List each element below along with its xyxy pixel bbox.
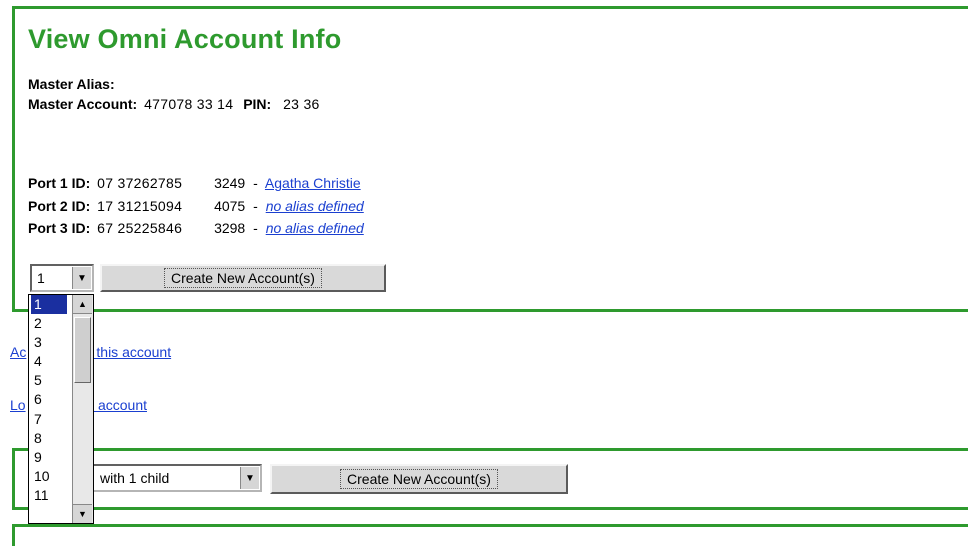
pin-label: PIN: bbox=[243, 96, 272, 112]
master-account-label: Master Account: bbox=[28, 96, 138, 112]
port-id: 17 31215094 bbox=[97, 198, 183, 214]
dropdown-option[interactable]: 11 bbox=[31, 486, 67, 505]
create-new-account-label-2: Create New Account(s) bbox=[340, 469, 498, 489]
account-count-dropdown-list[interactable]: 1 2 3 4 5 6 7 8 9 10 11 ▲ ▼ bbox=[28, 294, 94, 524]
child-account-value: with 1 child bbox=[100, 470, 170, 486]
add-link-start: Ac bbox=[10, 344, 27, 360]
port-alias-link[interactable]: no alias defined bbox=[266, 220, 364, 236]
dropdown-option[interactable]: 6 bbox=[31, 390, 67, 409]
port-id: 07 37262785 bbox=[97, 175, 183, 191]
port-row: Port 1 ID: 07 37262785 3249 - Agatha Chr… bbox=[28, 175, 361, 191]
create-new-account-button[interactable]: Create New Account(s) bbox=[100, 264, 386, 292]
port-code: 3298 bbox=[214, 220, 246, 236]
port-label: Port 2 ID: bbox=[28, 198, 91, 214]
master-account-value: 477078 33 14 bbox=[144, 96, 234, 112]
master-account-row: Master Account: 477078 33 14 PIN: 23 36 bbox=[28, 96, 320, 112]
dropdown-option[interactable]: 9 bbox=[31, 448, 67, 467]
chevron-down-icon[interactable]: ▼ bbox=[72, 267, 91, 289]
dropdown-option[interactable]: 1 bbox=[31, 295, 67, 315]
pin-value: 23 36 bbox=[283, 96, 320, 112]
port-row: Port 2 ID: 17 31215094 4075 - no alias d… bbox=[28, 198, 364, 214]
port-label: Port 1 ID: bbox=[28, 175, 91, 191]
scroll-down-icon[interactable]: ▼ bbox=[73, 504, 92, 523]
port-id: 67 25225846 bbox=[97, 220, 183, 236]
dropdown-option[interactable]: 7 bbox=[31, 410, 67, 429]
bottom-panel bbox=[12, 524, 968, 546]
page-title: View Omni Account Info bbox=[28, 24, 342, 54]
account-count-value: 1 bbox=[37, 270, 45, 286]
dropdown-option[interactable]: 4 bbox=[31, 352, 67, 371]
scrollbar-thumb[interactable] bbox=[74, 317, 91, 383]
master-alias-row: Master Alias: bbox=[28, 76, 118, 92]
remove-link-start: Lo bbox=[10, 397, 26, 413]
page: View Omni Account Info Master Alias: Mas… bbox=[0, 0, 968, 546]
dropdown-option[interactable]: 2 bbox=[31, 314, 67, 333]
dropdown-options: 1 2 3 4 5 6 7 8 9 10 11 bbox=[31, 295, 67, 505]
dropdown-option[interactable]: 3 bbox=[31, 333, 67, 352]
port-code: 4075 bbox=[214, 198, 246, 214]
dropdown-option[interactable]: 5 bbox=[31, 371, 67, 390]
create-new-account-label: Create New Account(s) bbox=[164, 268, 322, 288]
dropdown-option[interactable]: 8 bbox=[31, 429, 67, 448]
account-count-select[interactable]: 1 ▼ bbox=[30, 264, 94, 292]
port-alias-link[interactable]: no alias defined bbox=[266, 198, 364, 214]
port-label: Port 3 ID: bbox=[28, 220, 91, 236]
scroll-up-icon[interactable]: ▲ bbox=[73, 295, 92, 314]
chevron-down-icon[interactable]: ▼ bbox=[240, 467, 259, 489]
dropdown-scrollbar[interactable]: ▲ ▼ bbox=[72, 295, 93, 523]
port-code: 3249 bbox=[214, 175, 246, 191]
port-alias-link[interactable]: Agatha Christie bbox=[265, 175, 361, 191]
create-new-account-button-2[interactable]: Create New Account(s) bbox=[270, 464, 568, 494]
master-alias-label: Master Alias: bbox=[28, 76, 115, 92]
port-row: Port 3 ID: 67 25225846 3298 - no alias d… bbox=[28, 220, 364, 236]
dropdown-option[interactable]: 10 bbox=[31, 467, 67, 486]
